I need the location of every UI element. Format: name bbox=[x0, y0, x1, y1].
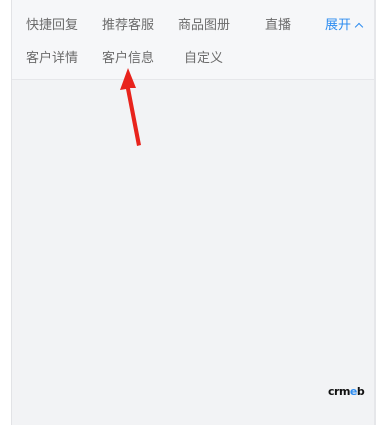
logo-text-main: crm bbox=[328, 385, 350, 398]
logo-text-accent: e bbox=[349, 385, 357, 398]
crmeb-logo: crmeb bbox=[328, 385, 365, 398]
red-arrow-annotation bbox=[120, 68, 141, 146]
logo-text-tail: b bbox=[356, 385, 365, 398]
